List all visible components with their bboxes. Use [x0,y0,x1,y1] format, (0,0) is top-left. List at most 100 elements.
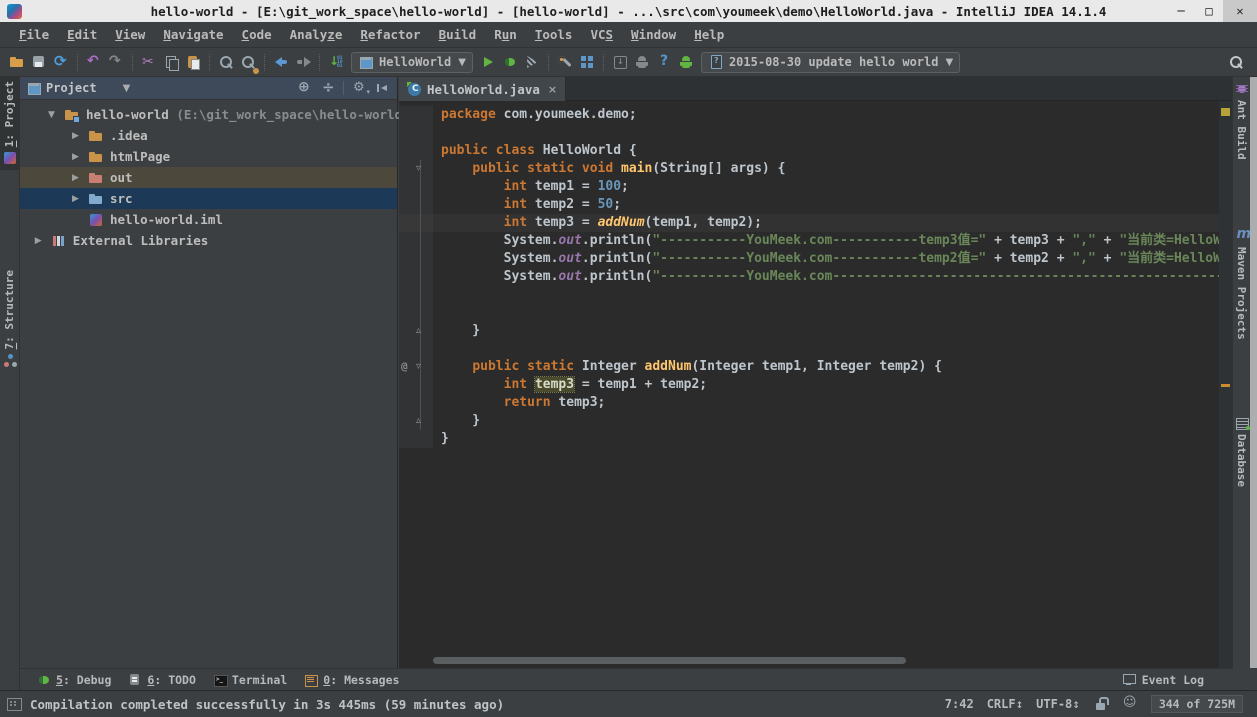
warning-stripe-mark[interactable] [1221,384,1230,387]
code-line-19[interactable]: } [399,430,1219,448]
fold-open-icon[interactable]: ▿ [416,161,421,177]
android-robot-button[interactable] [631,51,653,73]
replace-button[interactable] [237,51,259,73]
menu-run[interactable]: Run [485,27,526,42]
close-button[interactable]: ✕ [1223,0,1257,22]
event-log-button[interactable]: Event Log [1121,672,1204,688]
collapse-all-button[interactable] [318,79,336,97]
copy-button[interactable] [160,51,182,73]
menu-vcs[interactable]: VCS [581,27,622,42]
toggle-toolwindows-icon[interactable] [6,696,22,712]
code-line-18[interactable]: ▵ } [399,412,1219,430]
code-line-15[interactable]: ▿@ public static Integer addNum(Integer … [399,358,1219,376]
android-box-button[interactable] [609,51,631,73]
open-folder-button[interactable] [6,51,28,73]
code-line-12[interactable] [399,304,1219,322]
inspection-status-square[interactable] [1221,108,1230,116]
menu-analyze[interactable]: Analyze [281,27,352,42]
gear-button[interactable] [351,79,369,97]
tab-close-icon[interactable]: × [548,83,557,96]
bottom-tab-debug[interactable]: 5: Debug [36,672,111,688]
maximize-button[interactable]: □ [1195,0,1223,22]
code-line-11[interactable] [399,286,1219,304]
tool-stripe-ant-build[interactable]: Ant Build [1233,77,1250,164]
tool-stripe-maven-projects[interactable]: Maven Projects [1233,224,1250,344]
fold-close-icon[interactable]: ▵ [416,323,421,339]
tree-row-htmlpage[interactable]: ▶htmlPage [20,146,397,167]
code-line-14[interactable] [399,340,1219,358]
code-line-17[interactable]: return temp3; [399,394,1219,412]
collapse-arrow-icon[interactable]: ▼ [48,110,55,120]
menu-file[interactable]: File [10,27,58,42]
find-button[interactable] [215,51,237,73]
code-line-9[interactable]: System.out.println("-----------YouMeek.c… [399,250,1219,268]
expand-arrow-icon[interactable]: ▶ [35,236,42,246]
code-line-7[interactable]: int temp3 = addNum(temp1, temp2); [399,214,1219,232]
bottom-tab-messages[interactable]: 0: Messages [303,672,399,688]
code-line-13[interactable]: ▵ } [399,322,1219,340]
menu-view[interactable]: View [106,27,154,42]
expand-arrow-icon[interactable]: ▶ [72,131,79,141]
settings-wrench-button[interactable] [554,51,576,73]
tree-row-hello-world[interactable]: ▼hello-world (E:\git_work_space\hello-wo… [20,104,397,125]
minimize-button[interactable]: ─ [1167,0,1195,22]
tree-row--idea[interactable]: ▶.idea [20,125,397,146]
menu-tools[interactable]: Tools [526,27,582,42]
fold-open-icon[interactable]: ▿ [416,359,421,375]
menu-build[interactable]: Build [430,27,486,42]
horizontal-scrollbar[interactable] [433,657,906,664]
vcs-commit-selector[interactable]: 2015-08-30 update hello world▼ [701,52,960,73]
code-line-3[interactable]: public class HelloWorld { [399,142,1219,160]
menu-edit[interactable]: Edit [58,27,106,42]
encoding-selector[interactable]: UTF-8↕ [1036,697,1080,711]
line-separator-selector[interactable]: CRLF↕ [987,697,1023,711]
locate-button[interactable] [296,79,314,97]
menu-navigate[interactable]: Navigate [154,27,232,42]
expand-arrow-icon[interactable]: ▶ [72,194,79,204]
android-save-button[interactable] [675,51,697,73]
save-button[interactable] [28,51,50,73]
back-button[interactable] [270,51,292,73]
debug-button[interactable] [499,51,521,73]
menu-help[interactable]: Help [685,27,733,42]
menu-window[interactable]: Window [622,27,685,42]
tool-stripe-database[interactable]: Database [1233,411,1250,491]
code-line-5[interactable]: int temp1 = 100; [399,178,1219,196]
hide-panel-button[interactable] [373,79,391,97]
lock-icon[interactable] [1093,696,1109,712]
project-dropdown-caret[interactable]: ▼ [123,83,131,94]
code-line-6[interactable]: int temp2 = 50; [399,196,1219,214]
sync-button[interactable] [50,51,72,73]
code-line-1[interactable]: package com.youmeek.demo; [399,106,1219,124]
code-line-16[interactable]: int temp3 = temp1 + temp2; [399,376,1219,394]
caret-position[interactable]: 7:42 [945,697,974,711]
cut-button[interactable] [138,51,160,73]
expand-arrow-icon[interactable]: ▶ [72,173,79,183]
run-button[interactable] [477,51,499,73]
help-button[interactable] [653,51,675,73]
undo-button[interactable] [83,51,105,73]
tree-row-out[interactable]: ▶out [20,167,397,188]
code-line-2[interactable] [399,124,1219,142]
bottom-tab-terminal[interactable]: Terminal [212,672,287,688]
tool-stripe-structure[interactable]: 7: Structure [0,266,19,372]
redo-button[interactable] [105,51,127,73]
code-line-4[interactable]: ▿ public static void main(String[] args)… [399,160,1219,178]
forward-button[interactable] [292,51,314,73]
code-line-8[interactable]: System.out.println("-----------YouMeek.c… [399,232,1219,250]
code-editor[interactable]: package com.youmeek.demo; public class He… [399,101,1219,668]
tool-stripe-project[interactable]: 1: Project [0,77,19,170]
tree-row-external-libraries[interactable]: ▶External Libraries [20,230,397,251]
menu-refactor[interactable]: Refactor [351,27,429,42]
bytecode-button[interactable] [325,51,347,73]
code-line-10[interactable]: System.out.println("-----------YouMeek.c… [399,268,1219,286]
tree-row-src[interactable]: ▶src [20,188,397,209]
bottom-tab-todo[interactable]: 6: TODO [127,672,195,688]
coverage-button[interactable] [521,51,543,73]
paste-button[interactable] [182,51,204,73]
tree-row-hello-world-iml[interactable]: hello-world.iml [20,209,397,230]
search-everywhere-button[interactable] [1225,51,1247,73]
highlighting-level-icon[interactable] [1122,696,1138,712]
run-configuration-selector[interactable]: HelloWorld▼ [351,52,473,73]
fold-close-icon[interactable]: ▵ [416,413,421,429]
